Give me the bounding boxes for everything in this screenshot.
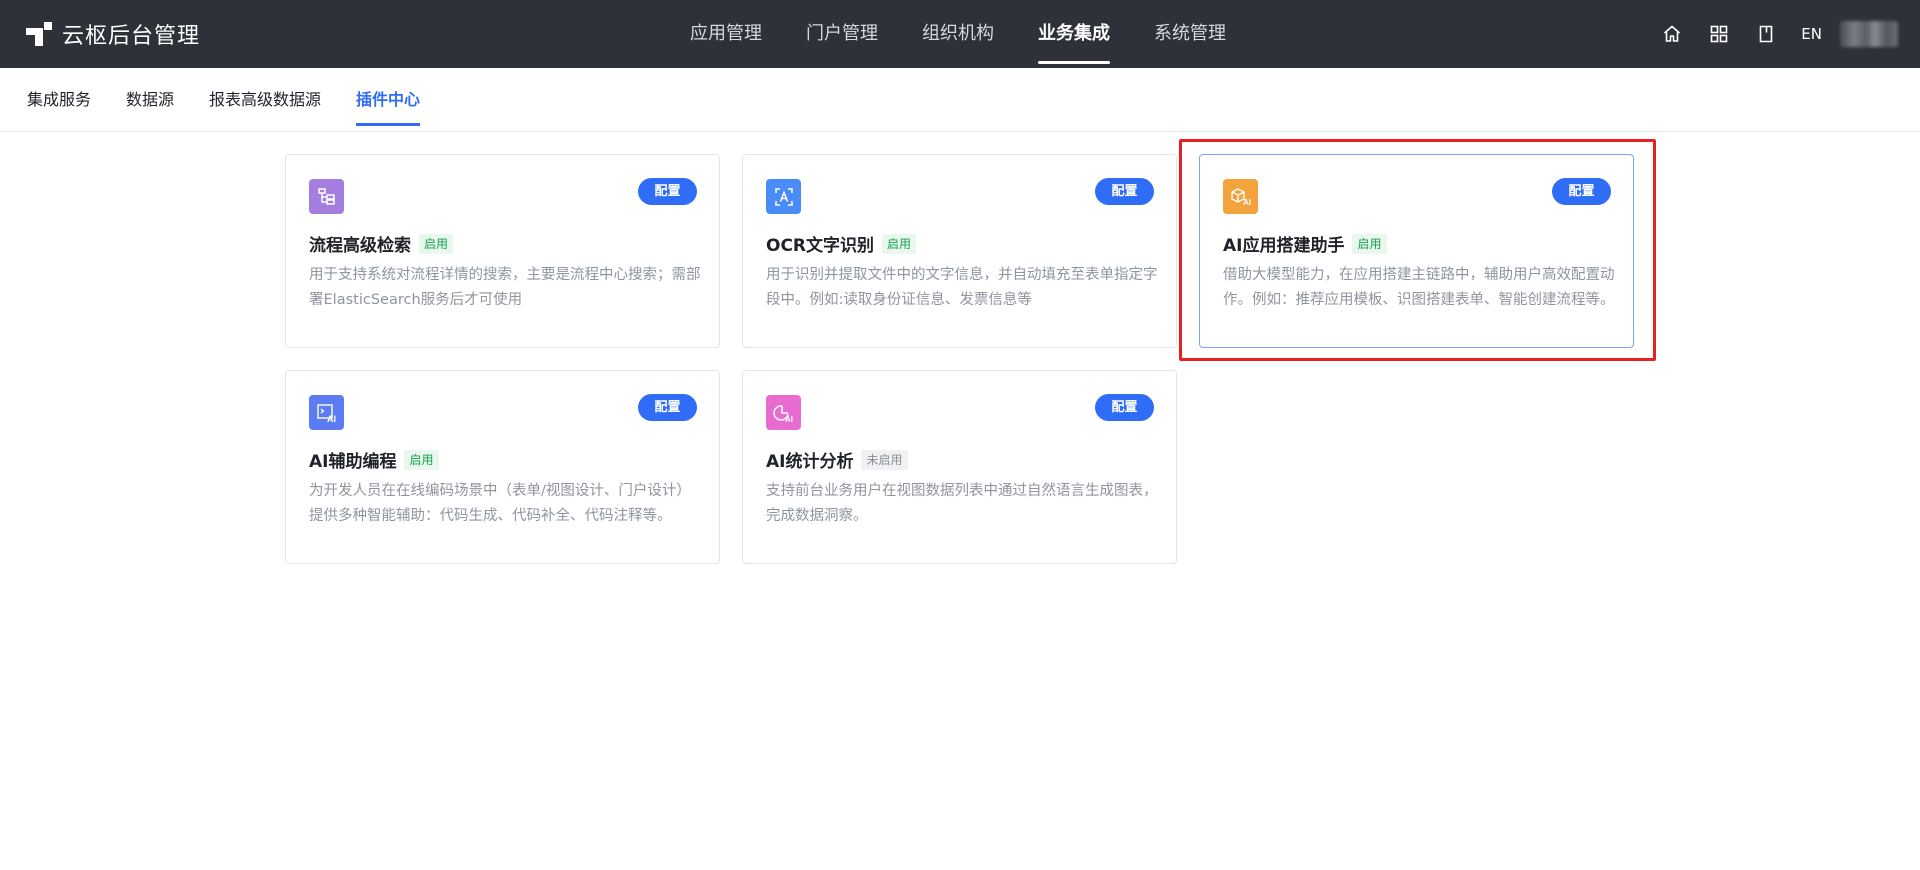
card-title: AI统计分析 (766, 452, 854, 472)
card-title-row: AI统计分析 未启用 (766, 447, 908, 472)
sub-tabs: 集成服务 数据源 报表高级数据源 插件中心 (0, 68, 1920, 132)
card-title: AI应用搭建助手 (1223, 236, 1345, 256)
logo-icon (26, 22, 52, 46)
card-title-row: 流程高级检索 启用 (309, 231, 454, 256)
apps-grid-icon[interactable] (1707, 22, 1731, 46)
flow-tree-icon (309, 179, 344, 214)
card-title-row: AI应用搭建助手 启用 (1223, 231, 1387, 256)
plugin-card-ai-coding[interactable]: AI 配置 AI辅助编程 启用 为开发人员在在线编码场景中（表单/视图设计、门户… (285, 370, 720, 564)
status-badge: 启用 (404, 449, 439, 470)
ai-code-icon: AI (309, 395, 344, 430)
status-badge: 启用 (419, 233, 454, 254)
tab-report-advanced-data-source[interactable]: 报表高级数据源 (209, 68, 321, 132)
config-button[interactable]: 配置 (1095, 394, 1154, 421)
avatar[interactable] (1840, 21, 1898, 47)
ocr-scan-icon (766, 179, 801, 214)
language-switch[interactable]: EN (1801, 25, 1822, 43)
card-title-row: OCR文字识别 启用 (766, 231, 917, 256)
ai-chart-icon: AI (766, 395, 801, 430)
card-description: 用于支持系统对流程详情的搜索，主要是流程中心搜索；需部署ElasticSearc… (309, 267, 701, 308)
nav-item-system-management[interactable]: 系统管理 (1154, 0, 1226, 68)
ai-cube-icon: AI (1223, 179, 1258, 214)
plugin-card-ai-analytics[interactable]: AI 配置 AI统计分析 未启用 支持前台业务用户在视图数据列表中通过自然语言生… (742, 370, 1177, 564)
card-description: 借助大模型能力，在应用搭建主链路中，辅助用户高效配置动作。例如：推荐应用模板、识… (1223, 267, 1615, 308)
app-logo[interactable]: 云枢后台管理 (26, 0, 200, 68)
config-button[interactable]: 配置 (1552, 178, 1611, 205)
tab-data-source[interactable]: 数据源 (126, 68, 174, 132)
status-badge: 启用 (1352, 233, 1387, 254)
card-description: 支持前台业务用户在视图数据列表中通过自然语言生成图表，完成数据洞察。 (766, 483, 1158, 524)
card-description: 用于识别并提取文件中的文字信息，并自动填充至表单指定字段中。例如:读取身份证信息… (766, 267, 1158, 308)
card-title: AI辅助编程 (309, 452, 397, 472)
plugin-card-ai-app-builder[interactable]: AI 配置 AI应用搭建助手 启用 借助大模型能力，在应用搭建主链路中，辅助用户… (1199, 154, 1634, 348)
tab-plugin-center[interactable]: 插件中心 (356, 68, 421, 132)
nav-item-app-management[interactable]: 应用管理 (690, 0, 762, 68)
document-icon[interactable] (1754, 22, 1778, 46)
config-button[interactable]: 配置 (1095, 178, 1154, 205)
top-navbar: 云枢后台管理 应用管理 门户管理 组织机构 业务集成 系统管理 EN (0, 0, 1920, 68)
nav-item-organization[interactable]: 组织机构 (922, 0, 994, 68)
svg-text:AI: AI (1243, 198, 1251, 207)
tab-integration-services[interactable]: 集成服务 (27, 68, 91, 132)
plugin-card-ocr[interactable]: 配置 OCR文字识别 启用 用于识别并提取文件中的文字信息，并自动填充至表单指定… (742, 154, 1177, 348)
svg-text:AI: AI (327, 414, 336, 424)
config-button[interactable]: 配置 (638, 178, 697, 205)
config-button[interactable]: 配置 (638, 394, 697, 421)
app-title: 云枢后台管理 (62, 24, 201, 49)
nav-item-business-integration[interactable]: 业务集成 (1038, 0, 1110, 68)
card-title-row: AI辅助编程 启用 (309, 447, 439, 472)
card-title: 流程高级检索 (309, 236, 411, 256)
status-badge: 启用 (882, 233, 917, 254)
status-badge: 未启用 (861, 449, 908, 470)
plugin-card-flow-search[interactable]: 配置 流程高级检索 启用 用于支持系统对流程详情的搜索，主要是流程中心搜索；需部… (285, 154, 720, 348)
home-icon[interactable] (1660, 22, 1684, 46)
main-nav: 应用管理 门户管理 组织机构 业务集成 系统管理 (668, 0, 1248, 68)
svg-text:AI: AI (785, 415, 793, 424)
card-title: OCR文字识别 (766, 236, 875, 256)
header-actions: EN (1637, 0, 1898, 68)
nav-item-portal-management[interactable]: 门户管理 (806, 0, 878, 68)
card-description: 为开发人员在在线编码场景中（表单/视图设计、门户设计）提供多种智能辅助：代码生成… (309, 483, 691, 524)
